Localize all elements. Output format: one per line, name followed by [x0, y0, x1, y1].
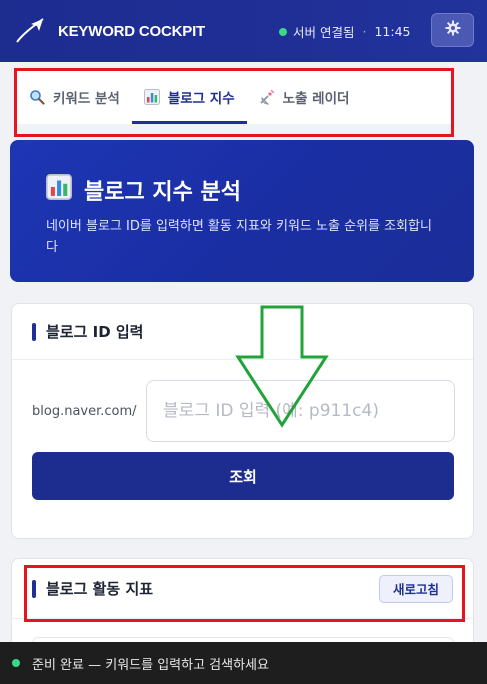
hero-banner: 블로그 지수 분석 네이버 블로그 ID를 입력하면 활동 지표와 키워드 노출…: [10, 140, 474, 282]
tab-blog-index[interactable]: 블로그 지수: [131, 70, 247, 124]
paper-plane-icon: [12, 13, 48, 49]
section-accent-bar: [32, 579, 36, 598]
hero-title: 블로그 지수 분석: [84, 180, 241, 205]
top-bar: KEYWORD COCKPIT: [0, 0, 487, 62]
tab-bar: 키워드 분석 블로그 지수 노출 레이더: [17, 70, 453, 124]
settings-button[interactable]: [431, 13, 474, 47]
satellite-icon: [259, 89, 275, 105]
magnifier-icon: [29, 89, 45, 105]
tab-label: 블로그 지수: [167, 91, 235, 107]
tab-exposure-radar[interactable]: 노출 레이더: [247, 70, 362, 124]
gear-icon: [445, 20, 461, 40]
status-dot: [12, 659, 20, 667]
status-dot: [279, 27, 287, 36]
card-title: 블로그 활동 지표: [46, 580, 154, 598]
status-bar: 준비 완료 — 키워드를 입력하고 검색하세요: [0, 642, 487, 684]
tab-label: 키워드 분석: [53, 91, 120, 107]
bar-chart-icon: [46, 174, 72, 206]
card-header: 블로그 활동 지표 새로고침: [12, 559, 473, 619]
bar-chart-icon: [143, 89, 160, 105]
tab-keyword-analysis[interactable]: 키워드 분석: [17, 70, 132, 124]
server-status: 서버 연결됨 · 11:45: [279, 22, 411, 41]
search-button[interactable]: 조회: [32, 452, 454, 500]
blog-id-card: 블로그 ID 입력 blog.naver.com/ 조회: [11, 303, 474, 539]
blog-id-input[interactable]: [146, 380, 455, 442]
hero-description: 네이버 블로그 ID를 입력하면 활동 지표와 키워드 노출 순위를 조회합니다: [46, 219, 432, 255]
card-header: 블로그 ID 입력: [12, 304, 473, 360]
tab-label: 노출 레이더: [282, 91, 350, 107]
status-label: 서버 연결됨: [293, 25, 355, 40]
status-text: 준비 완료 — 키워드를 입력하고 검색하세요: [32, 657, 269, 673]
status-separator: ·: [362, 24, 367, 39]
app-title: KEYWORD COCKPIT: [58, 22, 206, 40]
card-title: 블로그 ID 입력: [46, 323, 144, 341]
section-accent-bar: [32, 322, 36, 341]
status-time: 11:45: [374, 24, 411, 39]
refresh-button[interactable]: 새로고침: [378, 574, 453, 603]
url-prefix: blog.naver.com/: [32, 403, 137, 419]
tab-strip: 키워드 분석 블로그 지수 노출 레이더: [0, 62, 487, 137]
